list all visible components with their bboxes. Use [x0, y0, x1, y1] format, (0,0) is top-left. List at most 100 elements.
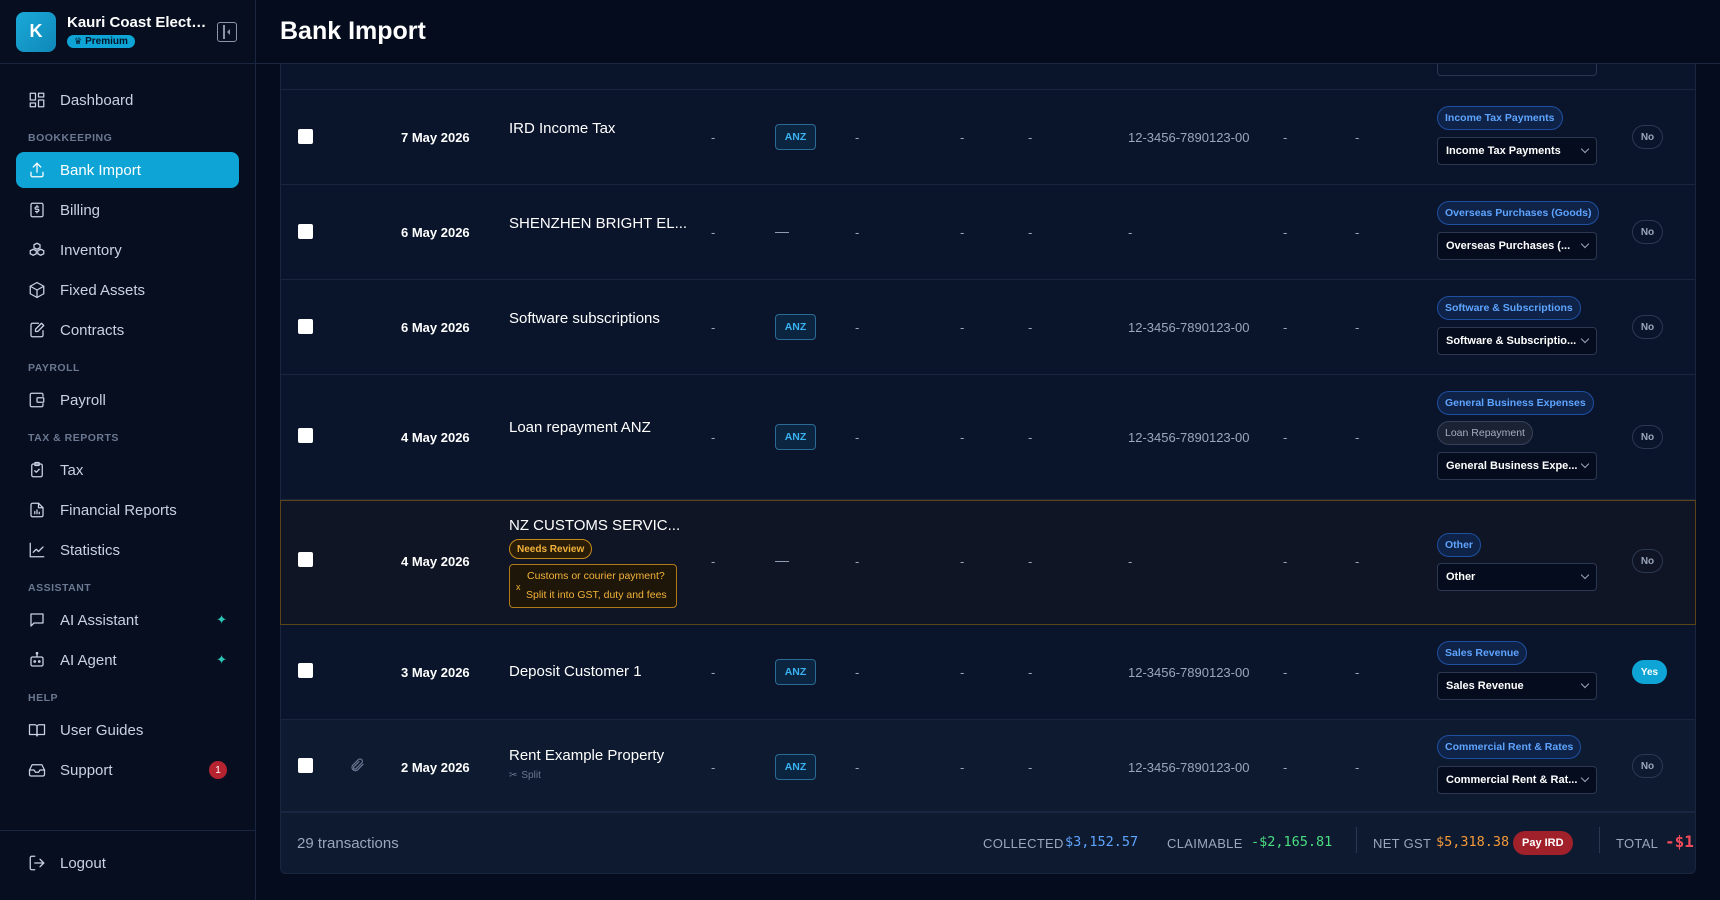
premium-badge: ♛ Premium	[67, 35, 135, 48]
gst-toggle[interactable]: No	[1632, 315, 1663, 339]
sidebar-item-contracts[interactable]: Contracts	[16, 312, 239, 348]
sidebar-item-inventory[interactable]: Inventory	[16, 232, 239, 268]
table-row[interactable]: 6 May 2026 SHENZHEN BRIGHT EL... - — - -…	[280, 185, 1696, 280]
category-select[interactable]: Other	[1437, 563, 1597, 591]
claimable-value: -$2,165.81	[1251, 834, 1333, 850]
sidebar-item-billing[interactable]: Billing	[16, 192, 239, 228]
row-dash: -	[711, 130, 716, 145]
sidebar-item-support[interactable]: Support 1	[16, 752, 239, 788]
split-action[interactable]: ✂ Split	[509, 770, 541, 781]
summary-divider	[1599, 827, 1600, 853]
gst-toggle[interactable]: No	[1632, 549, 1663, 573]
row-dash: -	[711, 225, 716, 240]
row-description[interactable]: Rent Example Property	[509, 747, 664, 764]
page-title: Bank Import	[280, 17, 426, 45]
row-checkbox[interactable]	[298, 758, 313, 773]
sidebar-item-fixed-assets[interactable]: Fixed Assets	[16, 272, 239, 308]
row-dash: -	[960, 760, 965, 775]
category-select-partial[interactable]	[1437, 64, 1597, 76]
support-notification-badge: 1	[209, 761, 227, 779]
row-dash: -	[855, 130, 860, 145]
chevron-down-icon	[1580, 773, 1590, 783]
row-dash: -	[1355, 665, 1360, 680]
gst-toggle[interactable]: Yes	[1632, 660, 1667, 684]
row-dash: -	[1355, 430, 1360, 445]
table-row-needs-review[interactable]: 4 May 2026 NZ CUSTOMS SERVIC... Needs Re…	[280, 500, 1696, 625]
gst-toggle[interactable]: No	[1632, 425, 1663, 449]
gst-toggle[interactable]: No	[1632, 220, 1663, 244]
dismiss-hint-icon[interactable]: x	[516, 578, 521, 597]
pay-ird-button[interactable]: Pay IRD	[1513, 831, 1573, 855]
main-nav: Dashboard BOOKKEEPING Bank Import Billin…	[0, 64, 255, 788]
row-dash: -	[1283, 554, 1288, 569]
category-select[interactable]: Software & Subscriptio...	[1437, 327, 1597, 355]
sidebar-item-payroll[interactable]: Payroll	[16, 382, 239, 418]
table-row[interactable]: 6 May 2026 Software subscriptions - ANZ …	[280, 280, 1696, 375]
sidebar-item-label: Statistics	[60, 541, 121, 559]
sidebar-item-label: Tax	[60, 461, 84, 479]
row-description[interactable]: Software subscriptions	[509, 310, 660, 327]
sidebar-item-label: Payroll	[60, 391, 106, 409]
collapse-sidebar-icon[interactable]	[217, 21, 237, 42]
table-row[interactable]: 4 May 2026 Loan repayment ANZ - ANZ - - …	[280, 375, 1696, 500]
row-checkbox[interactable]	[298, 552, 313, 567]
table-row[interactable]: 3 May 2026 Deposit Customer 1 - ANZ - - …	[280, 625, 1696, 720]
row-checkbox[interactable]	[298, 129, 313, 144]
sidebar-item-ai-agent[interactable]: AI Agent ✦	[16, 642, 239, 678]
summary-divider	[1356, 827, 1357, 853]
sidebar-item-label: Support	[60, 761, 113, 779]
chevron-down-icon	[1580, 334, 1590, 344]
sidebar-item-label: Inventory	[60, 241, 122, 259]
sidebar-item-ai-assistant[interactable]: AI Assistant ✦	[16, 602, 239, 638]
sidebar-item-bank-import[interactable]: Bank Import	[16, 152, 239, 188]
row-checkbox[interactable]	[298, 224, 313, 239]
row-description[interactable]: Deposit Customer 1	[509, 663, 642, 680]
sidebar-item-label: Financial Reports	[60, 501, 177, 519]
row-description[interactable]: IRD Income Tax	[509, 120, 615, 137]
row-description[interactable]: NZ CUSTOMS SERVIC...	[509, 517, 680, 534]
paperclip-icon[interactable]	[349, 757, 365, 773]
bank-badge: ANZ	[775, 124, 816, 150]
claimable-label: CLAIMABLE	[1167, 836, 1243, 851]
row-account-number: 12-3456-7890123-00	[1128, 760, 1250, 775]
row-description[interactable]: Loan repayment ANZ	[509, 419, 651, 436]
split-suggestion-hint[interactable]: x Customs or courier payment? Split it i…	[509, 564, 677, 608]
gst-toggle[interactable]: No	[1632, 125, 1663, 149]
row-dash: -	[711, 665, 716, 680]
sidebar-item-dashboard[interactable]: Dashboard	[16, 82, 239, 118]
category-select[interactable]: Sales Revenue	[1437, 672, 1597, 700]
collected-label: COLLECTED	[983, 836, 1064, 851]
sidebar-item-label: Contracts	[60, 321, 125, 339]
row-dash: -	[1355, 130, 1360, 145]
dollar-document-icon	[28, 201, 46, 219]
row-checkbox[interactable]	[298, 663, 313, 678]
company-logo[interactable]: K	[16, 11, 56, 52]
company-info[interactable]: Kauri Coast Electri... ♛ Premium	[67, 14, 207, 49]
logout-button[interactable]: Logout	[16, 845, 239, 881]
category-select[interactable]: Income Tax Payments	[1437, 137, 1597, 165]
sidebar-item-label: Dashboard	[60, 91, 134, 109]
row-checkbox[interactable]	[298, 319, 313, 334]
table-row[interactable]: 2 May 2026 Rent Example Property ✂ Split …	[280, 720, 1696, 812]
category-pill: Other	[1437, 533, 1482, 557]
row-dash: -	[1283, 130, 1288, 145]
category-select[interactable]: Overseas Purchases (...	[1437, 232, 1597, 260]
bank-empty: —	[775, 552, 789, 568]
page-header: Bank Import	[256, 0, 1720, 64]
row-description[interactable]: SHENZHEN BRIGHT EL...	[509, 215, 687, 232]
category-select[interactable]: General Business Expe...	[1437, 452, 1597, 480]
row-date: 6 May 2026	[401, 225, 470, 240]
sidebar-item-financial-reports[interactable]: Financial Reports	[16, 492, 239, 528]
row-checkbox[interactable]	[298, 428, 313, 443]
boxes-icon	[28, 241, 46, 259]
collected-value: $3,152.57	[1065, 834, 1139, 850]
row-dash: -	[855, 665, 860, 680]
sidebar-item-tax[interactable]: Tax	[16, 452, 239, 488]
bank-empty: —	[775, 223, 789, 239]
category-select[interactable]: Commercial Rent & Rat...	[1437, 766, 1597, 794]
sidebar-item-user-guides[interactable]: User Guides	[16, 712, 239, 748]
sidebar-item-statistics[interactable]: Statistics	[16, 532, 239, 568]
gst-toggle[interactable]: No	[1632, 754, 1663, 778]
row-dash: -	[711, 760, 716, 775]
table-row[interactable]: 7 May 2026 IRD Income Tax - ANZ - - - 12…	[280, 90, 1696, 185]
